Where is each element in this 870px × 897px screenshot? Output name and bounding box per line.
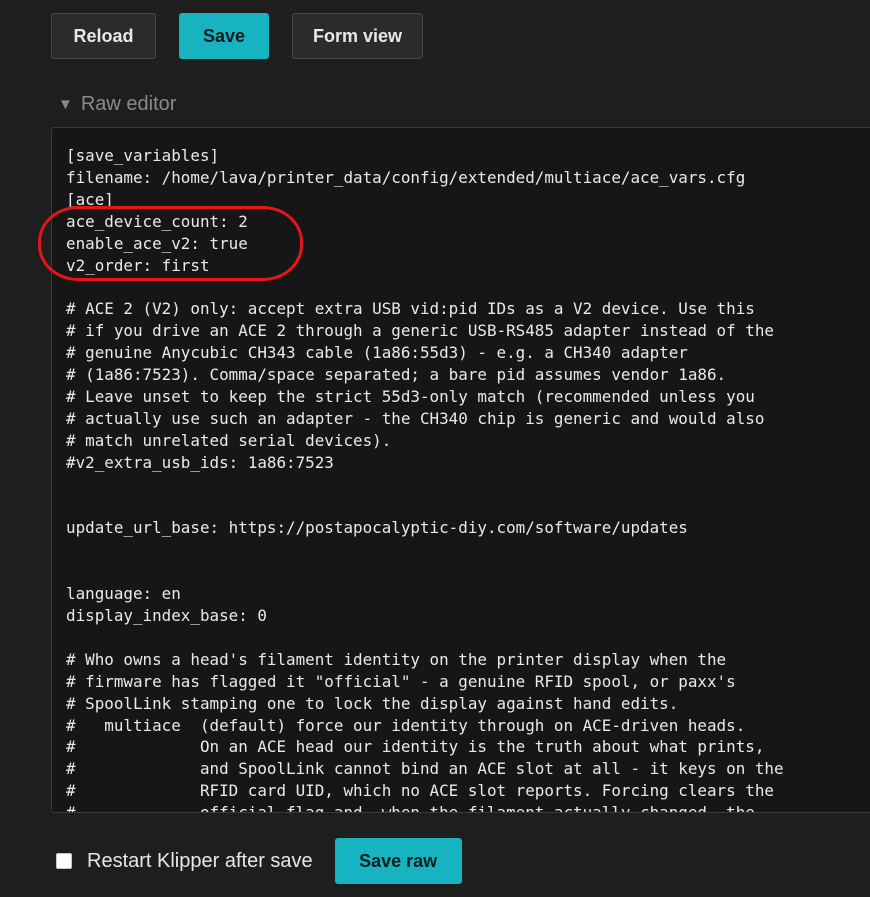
restart-klipper-label: Restart Klipper after save <box>87 849 313 872</box>
restart-klipper-checkbox[interactable] <box>56 853 72 869</box>
raw-editor-toggle[interactable]: ▼ Raw editor <box>58 93 176 116</box>
form-view-button[interactable]: Form view <box>292 13 423 59</box>
raw-editor-title: Raw editor <box>80 93 177 115</box>
footer: Restart Klipper after save Save raw <box>56 838 462 884</box>
raw-editor-content[interactable]: [save_variables] filename: /home/lava/pr… <box>66 145 784 812</box>
raw-editor-textarea[interactable]: [save_variables] filename: /home/lava/pr… <box>51 127 870 813</box>
toolbar: Reload Save Form view <box>51 13 423 59</box>
save-button[interactable]: Save <box>179 13 269 59</box>
save-raw-button[interactable]: Save raw <box>334 838 462 884</box>
reload-button[interactable]: Reload <box>51 13 156 59</box>
triangle-down-icon: ▼ <box>58 96 73 113</box>
